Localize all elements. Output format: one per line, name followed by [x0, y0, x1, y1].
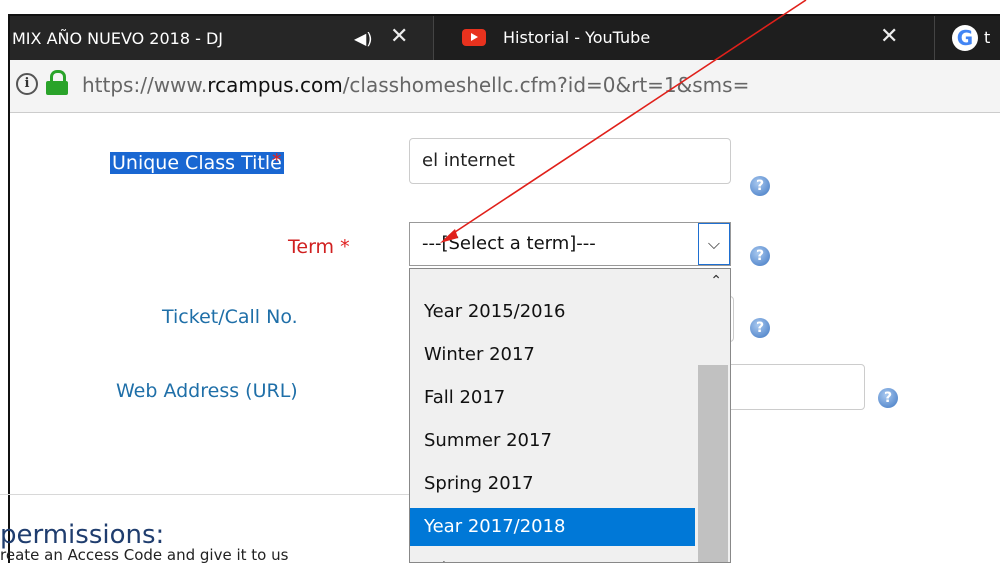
annotation-arrow: [440, 0, 807, 243]
